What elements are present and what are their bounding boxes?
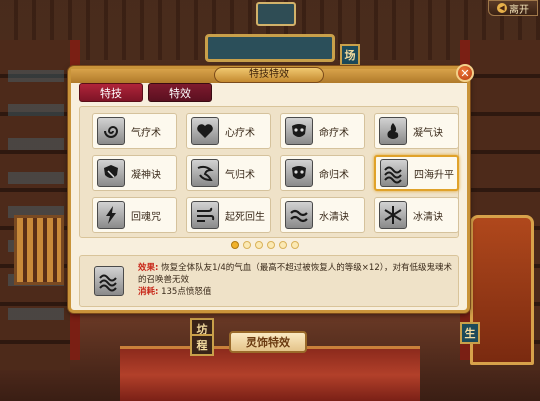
- floor-carpet: [120, 346, 420, 401]
- bolt-icon: [97, 201, 125, 229]
- skill-item[interactable]: 命疗术: [280, 113, 365, 149]
- ornament-effect-button[interactable]: 灵饰特效: [229, 331, 307, 353]
- skill-item[interactable]: 心疗术: [186, 113, 271, 149]
- cost-key: 消耗:: [138, 287, 159, 297]
- skill-label: 气归术: [225, 169, 255, 181]
- skill-label: 凝神诀: [131, 169, 161, 181]
- left-shelf: [0, 40, 70, 370]
- skill-item[interactable]: 四海升平: [374, 155, 459, 191]
- tab-special-skill[interactable]: 特技: [79, 83, 143, 102]
- shield-icon: [97, 159, 125, 187]
- scene-sign: 生: [460, 322, 480, 344]
- tab-special-effect[interactable]: 特效: [148, 83, 212, 102]
- skill-item[interactable]: 冰清诀: [374, 197, 459, 233]
- mask-icon: [285, 117, 313, 145]
- skill-label: 命归术: [319, 169, 349, 181]
- exit-icon: ◀: [497, 3, 507, 13]
- skill-label: 凝气诀: [413, 127, 443, 139]
- skill-item[interactable]: 水清诀: [280, 197, 365, 233]
- skill-item[interactable]: 气疗术: [92, 113, 177, 149]
- skill-effect-dialog: 特技特效 ✕ 特技 特效 气疗术 心疗术 命疗术 凝气诀凝神诀 气归术 命归术 四海升平回魂…: [68, 64, 474, 313]
- skill-item[interactable]: 凝气诀: [374, 113, 459, 149]
- skill-item[interactable]: 回魂咒: [92, 197, 177, 233]
- skill-grid: 气疗术 心疗术 命疗术 凝气诀凝神诀 气归术 命归术 四海升平回魂咒 起死回生 水清诀 冰清诀: [79, 106, 459, 238]
- cost-text: 135点愤怒值: [161, 287, 212, 297]
- leave-button[interactable]: ◀ 离开: [488, 0, 538, 16]
- skill-label: 回魂咒: [131, 211, 161, 223]
- page-dot[interactable]: [291, 241, 299, 249]
- skill-label: 命疗术: [319, 127, 349, 139]
- skill-label: 冰清诀: [413, 211, 443, 223]
- skill-description: 效果: 恢复全体队友1/4的气血（最高不超过被恢复人的等级×12），对有低级鬼魂…: [138, 262, 456, 298]
- wall-plaque: [205, 34, 335, 62]
- page-dot[interactable]: [255, 241, 263, 249]
- skill-item[interactable]: 凝神诀: [92, 155, 177, 191]
- page-dot[interactable]: [279, 241, 287, 249]
- page-dot[interactable]: [267, 241, 275, 249]
- swirl-icon: [191, 159, 219, 187]
- wave-icon: [380, 159, 408, 187]
- skill-label: 起死回生: [225, 211, 265, 223]
- page-dot[interactable]: [243, 241, 251, 249]
- skill-detail-panel: 效果: 恢复全体队友1/4的气血（最高不超过被恢复人的等级×12），对有低级鬼魂…: [79, 255, 459, 307]
- selected-skill-icon: [94, 266, 124, 296]
- heart-icon: [191, 117, 219, 145]
- flame-icon: [379, 117, 407, 145]
- close-button[interactable]: ✕: [456, 64, 474, 82]
- page-indicator: [231, 241, 299, 249]
- skill-item[interactable]: 命归术: [280, 155, 365, 191]
- abacus: [14, 215, 64, 285]
- skill-label: 水清诀: [319, 211, 349, 223]
- leave-label: 离开: [509, 4, 529, 16]
- spiral-icon: [97, 117, 125, 145]
- wind-icon: [191, 201, 219, 229]
- water-icon: [285, 201, 313, 229]
- mask-icon: [285, 159, 313, 187]
- scene-sign: 程: [190, 334, 214, 356]
- skill-label: 四海升平: [414, 169, 454, 181]
- effect-text: 恢复全体队友1/4的气血（最高不超过被恢复人的等级×12），对有低级鬼魂术的召唤…: [138, 263, 452, 285]
- ice-icon: [379, 201, 407, 229]
- top-emblem: [256, 2, 296, 26]
- effect-key: 效果:: [138, 263, 159, 273]
- skill-item[interactable]: 起死回生: [186, 197, 271, 233]
- dialog-title: 特技特效: [214, 67, 324, 83]
- close-icon: ✕: [460, 66, 470, 80]
- page-dot[interactable]: [231, 241, 239, 249]
- wave-icon: [99, 274, 117, 292]
- scene-sign: 场: [340, 44, 360, 66]
- skill-label: 心疗术: [225, 127, 255, 139]
- skill-item[interactable]: 气归术: [186, 155, 271, 191]
- tab-bar: 特技 特效: [79, 83, 212, 102]
- skill-label: 气疗术: [131, 127, 161, 139]
